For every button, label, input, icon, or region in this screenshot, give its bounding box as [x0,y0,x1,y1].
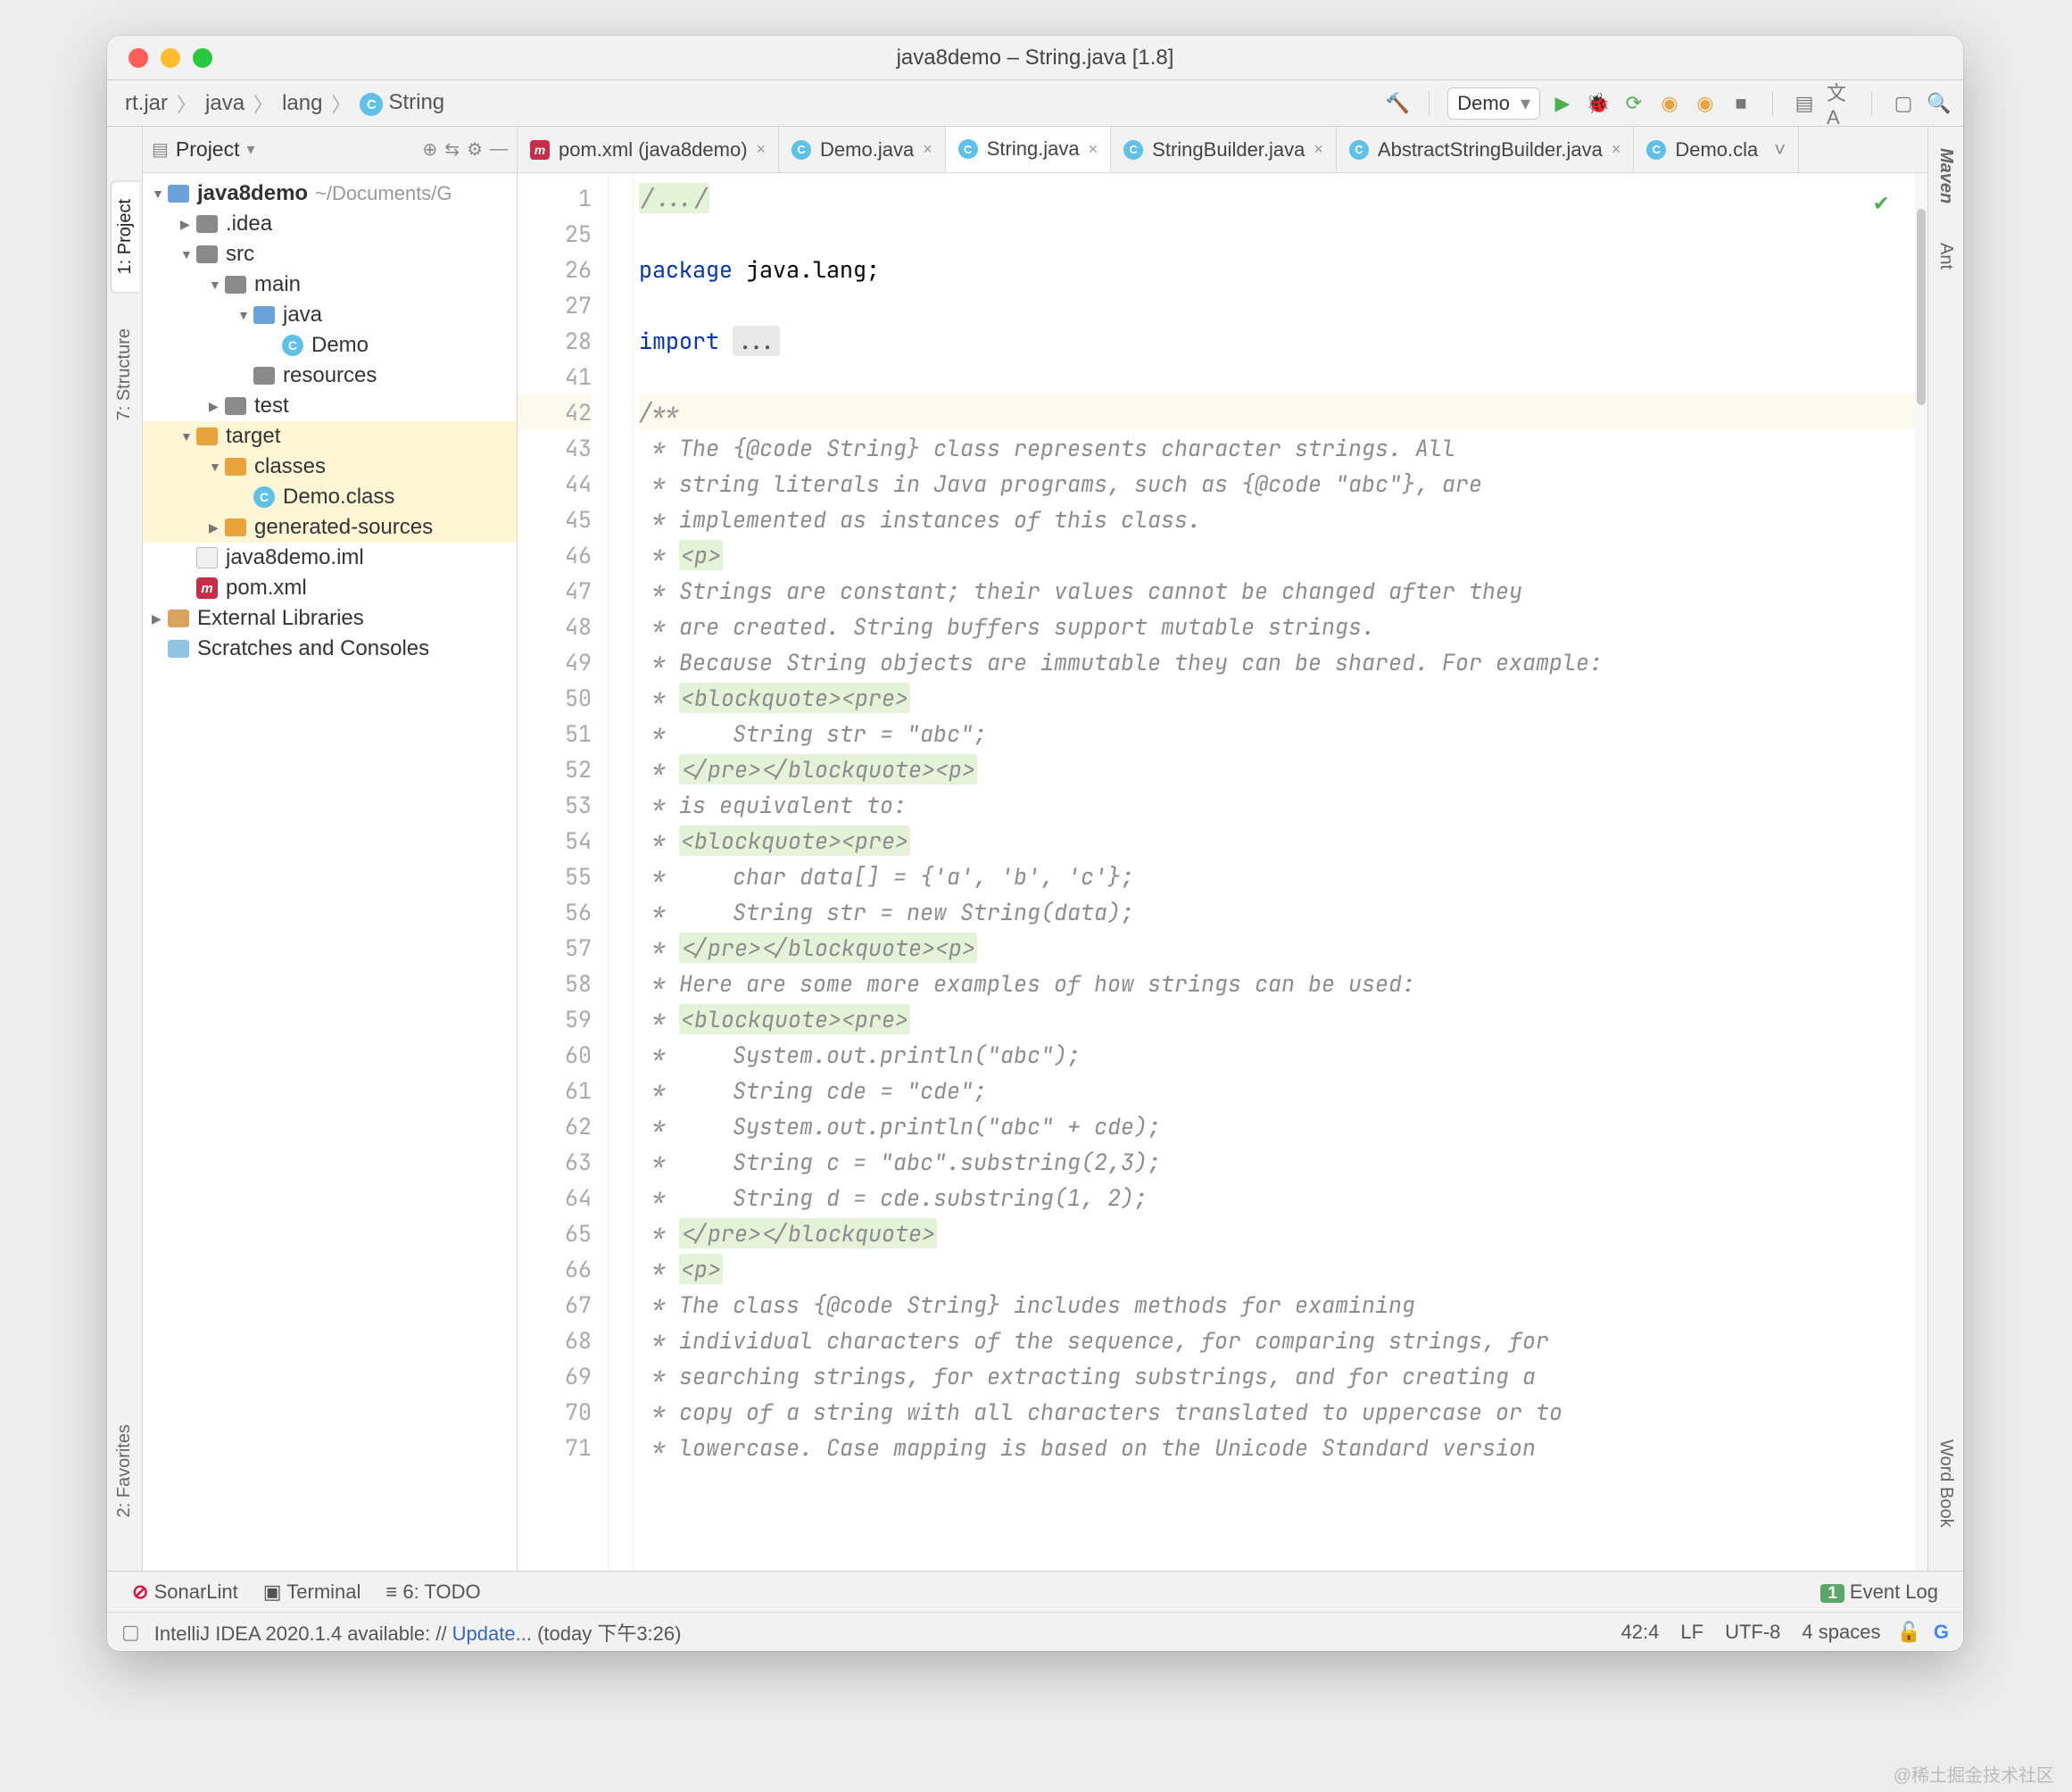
tree-src[interactable]: ▼src [143,239,517,270]
minimize-icon[interactable] [161,48,180,68]
gutter: 12526272841 42 4344454647484950515253545… [518,173,609,1571]
tab-class[interactable]: CDemo.cla˅ [1634,127,1799,172]
status-bar: ▢ IntelliJ IDEA 2020.1.4 available: // U… [107,1612,1963,1651]
attach-icon[interactable]: ◉ [1692,90,1719,117]
vcs-icon[interactable]: ▤ [1791,90,1818,117]
line-sep[interactable]: LF [1680,1621,1703,1644]
left-tab-structure[interactable]: 7: Structure [111,311,138,438]
encoding[interactable]: UTF-8 [1725,1621,1780,1644]
cursor-pos[interactable]: 42:4 [1621,1621,1660,1644]
editor-scrollbar[interactable] [1915,173,1927,1571]
project-tree[interactable]: ▼java8demo~/Documents/G ▶.idea ▼src ▼mai… [143,173,517,1571]
close-icon: × [923,140,932,159]
editor-area: mpom.xml (java8demo)× CDemo.java× CStrin… [518,127,1927,1571]
search-icon[interactable]: 🔍 [1926,90,1952,117]
ide-window: java8demo – String.java [1.8] rt.jar〉 ja… [107,36,1963,1651]
left-tab-project[interactable]: 1: Project [111,180,139,293]
tree-classes[interactable]: ▼classes [143,452,517,482]
watermark: @稀土掘金技术社区 [1894,1761,2054,1787]
run-icon[interactable]: ▶ [1549,90,1576,117]
lock-icon[interactable]: 🔓 [1896,1621,1920,1644]
hide-icon[interactable]: — [490,139,508,160]
debug-icon[interactable]: 🐞 [1585,90,1612,117]
tree-target[interactable]: ▼target [143,421,517,452]
crumb-lang[interactable]: lang [275,87,329,120]
crumb-rt[interactable]: rt.jar [118,87,175,120]
tool-todo[interactable]: ≡ 6: TODO [385,1580,480,1604]
terminal-icon[interactable]: ▢ [1890,90,1917,117]
crumb-string[interactable]: CString [352,87,452,120]
right-tab-maven[interactable]: Maven [1932,141,1960,211]
tab-pom[interactable]: mpom.xml (java8demo)× [518,127,779,172]
tree-idea[interactable]: ▶.idea [143,209,517,239]
editor-tabs: mpom.xml (java8demo)× CDemo.java× CStrin… [518,127,1927,173]
close-icon[interactable] [128,48,148,68]
profile-icon[interactable]: ◉ [1656,90,1683,117]
indent[interactable]: 4 spaces [1802,1621,1880,1644]
close-icon: × [1089,140,1098,159]
ide-body: 1: Project 7: Structure 2: Favorites ▤ P… [107,127,1963,1571]
translate-icon[interactable]: 文A [1827,90,1853,117]
project-header: ▤ Project ▾ ⊕ ⇆ ⚙ — [143,127,517,173]
left-strip: 1: Project 7: Structure 2: Favorites [107,127,143,1571]
tab-sb[interactable]: CStringBuilder.java× [1111,127,1337,172]
code-editor[interactable]: 12526272841 42 4344454647484950515253545… [518,173,1927,1571]
google-icon[interactable]: G [1934,1621,1949,1644]
inspection-ok-icon[interactable]: ✔ [1874,184,1888,220]
tree-demo-class[interactable]: CDemo.class [143,482,517,512]
coverage-icon[interactable]: ⟳ [1620,90,1647,117]
project-title: Project [176,137,240,162]
toolbar-actions: 🔨 Demo▾ ▶ 🐞 ⟳ ◉ ◉ ■ ▤ 文A ▢ 🔍 [1384,87,1952,120]
right-tab-ant[interactable]: Ant [1932,236,1960,277]
tool-terminal[interactable]: ▣ Terminal [263,1580,361,1604]
tree-main[interactable]: ▼main [143,270,517,300]
traffic-lights [107,48,212,68]
tree-resources[interactable]: resources [143,361,517,391]
status-msg: IntelliJ IDEA 2020.1.4 available: // Upd… [154,1618,682,1647]
collapse-icon[interactable]: ⇆ [444,138,460,161]
fold-margin[interactable] [609,173,634,1571]
main-toolbar: rt.jar〉 java〉 lang〉 CString 🔨 Demo▾ ▶ 🐞 … [107,80,1963,127]
close-icon: × [1612,140,1621,159]
zoom-icon[interactable] [193,48,212,68]
right-strip: Maven Ant Word Book [1927,127,1963,1571]
gear-icon[interactable]: ⚙ [467,138,483,161]
tree-iml[interactable]: java8demo.iml [143,543,517,573]
event-log[interactable]: 1Event Log [1820,1580,1938,1604]
tree-scratch[interactable]: Scratches and Consoles [143,634,517,664]
tab-demo[interactable]: CDemo.java× [779,127,946,172]
tree-pom[interactable]: mpom.xml [143,573,517,603]
crumb-java[interactable]: java [198,87,252,120]
tree-test[interactable]: ▶test [143,391,517,421]
right-tab-wordbook[interactable]: Word Book [1932,1432,1960,1535]
stop-icon[interactable]: ■ [1728,90,1754,117]
close-icon: × [757,140,767,159]
hammer-icon[interactable]: 🔨 [1384,90,1411,117]
title-bar: java8demo – String.java [1.8] [107,36,1963,80]
project-view-icon[interactable]: ▤ [152,138,169,161]
tab-string[interactable]: CString.java× [946,127,1111,173]
tree-demo[interactable]: CDemo [143,330,517,361]
status-window-icon[interactable]: ▢ [121,1621,140,1644]
tool-sonarlint[interactable]: ⊘ SonarLint [132,1580,238,1604]
update-link[interactable]: Update... [452,1622,532,1645]
tree-ext[interactable]: ▶External Libraries [143,603,517,634]
project-panel: ▤ Project ▾ ⊕ ⇆ ⚙ — ▼java8demo~/Document… [143,127,518,1571]
target-icon[interactable]: ⊕ [423,138,438,161]
close-icon: × [1314,140,1323,159]
source[interactable]: /.../ package java.lang; import ... /** … [634,173,1927,1571]
bottom-tools: ⊘ SonarLint ▣ Terminal ≡ 6: TODO 1Event … [107,1571,1963,1612]
tree-root[interactable]: ▼java8demo~/Documents/G [143,178,517,209]
tree-java[interactable]: ▼java [143,300,517,330]
left-tab-favorites[interactable]: 2: Favorites [111,1406,138,1535]
run-config-select[interactable]: Demo▾ [1447,87,1540,120]
tree-gen[interactable]: ▶generated-sources [143,512,517,543]
window-title: java8demo – String.java [1.8] [107,46,1963,71]
breadcrumb: rt.jar〉 java〉 lang〉 CString [118,87,452,120]
tab-asb[interactable]: CAbstractStringBuilder.java× [1337,127,1634,172]
